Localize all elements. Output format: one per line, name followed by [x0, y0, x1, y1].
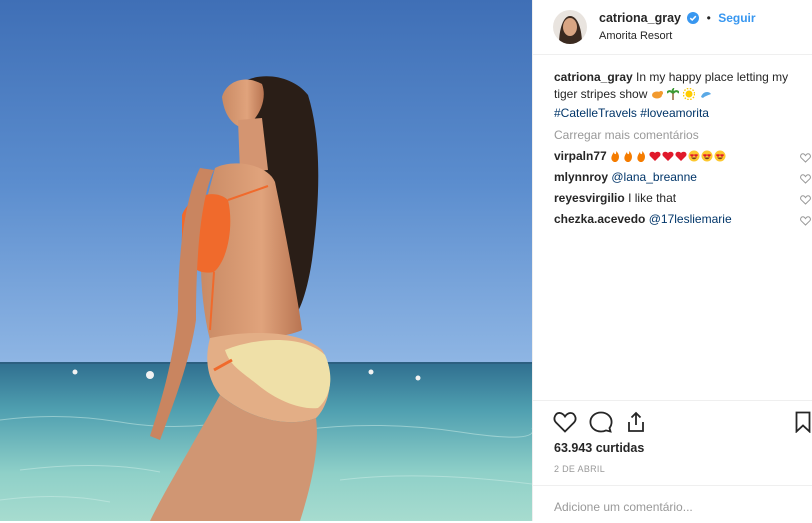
comment-mention[interactable]: @lana_breanne [611, 170, 697, 184]
comments-section: catriona_gray In my happy place letting … [533, 55, 811, 228]
hashtag-link[interactable]: #loveamorita [640, 106, 709, 120]
post-header: catriona_gray • Seguir Amorita Resort [533, 0, 812, 55]
comment-mention[interactable]: @17lesliemarie [649, 212, 732, 226]
comment-like-heart-icon[interactable] [800, 214, 811, 231]
comment-bubble-icon[interactable] [589, 411, 613, 436]
fire-emoji-icon [611, 151, 620, 162]
palm-tree-emoji-icon [666, 87, 680, 105]
comment-like-heart-icon[interactable] [800, 172, 811, 189]
dolphin-emoji-icon [700, 88, 712, 105]
instagram-post: catriona_gray • Seguir Amorita Resort ca… [0, 0, 812, 521]
comment-username[interactable]: reyesvirgilio [554, 191, 625, 205]
post-side-panel: catriona_gray • Seguir Amorita Resort ca… [532, 0, 812, 521]
comment-emojis [610, 149, 726, 163]
verified-badge-icon [687, 12, 700, 28]
hashtag-link[interactable]: #CatelleTravels [554, 106, 637, 120]
add-comment-placeholder[interactable]: Adicione um comentário... [554, 500, 693, 514]
share-icon[interactable] [625, 411, 647, 436]
comment-text: I like that [628, 191, 677, 205]
post-actions: 63.943 curtidas 2 DE ABRIL Adicione um c… [533, 400, 812, 522]
comment-row: reyesvirgilio I like that [554, 190, 811, 207]
comment-row: chezka.acevedo @17lesliemarie [554, 211, 811, 228]
post-photo[interactable] [0, 0, 532, 521]
sun-emoji-icon [683, 87, 696, 105]
post-username[interactable]: catriona_gray [599, 11, 681, 25]
comment-row: mlynnroy @lana_breanne [554, 169, 811, 186]
load-more-comments-button[interactable]: Carregar mais comentários [554, 128, 794, 142]
add-comment-input[interactable]: Adicione um comentário... [533, 485, 812, 523]
comment-username[interactable]: mlynnroy [554, 170, 608, 184]
caption-username[interactable]: catriona_gray [554, 70, 633, 84]
caption: catriona_gray In my happy place letting … [554, 69, 794, 122]
follow-button[interactable]: Seguir [718, 11, 755, 25]
comment-like-heart-icon[interactable] [800, 193, 811, 210]
tiger-emoji-icon [651, 88, 663, 105]
header-separator: • [706, 11, 711, 25]
likes-count[interactable]: 63.943 curtidas [554, 441, 644, 455]
comment-like-heart-icon[interactable] [800, 151, 811, 168]
bookmark-icon[interactable] [795, 411, 811, 436]
avatar[interactable] [553, 10, 587, 44]
post-date[interactable]: 2 DE ABRIL [554, 464, 605, 474]
like-heart-icon[interactable] [553, 411, 577, 436]
comment-username[interactable]: virpaln77 [554, 149, 607, 163]
comment-row: virpaln77 [554, 148, 811, 165]
comment-username[interactable]: chezka.acevedo [554, 212, 645, 226]
post-location[interactable]: Amorita Resort [599, 28, 756, 44]
